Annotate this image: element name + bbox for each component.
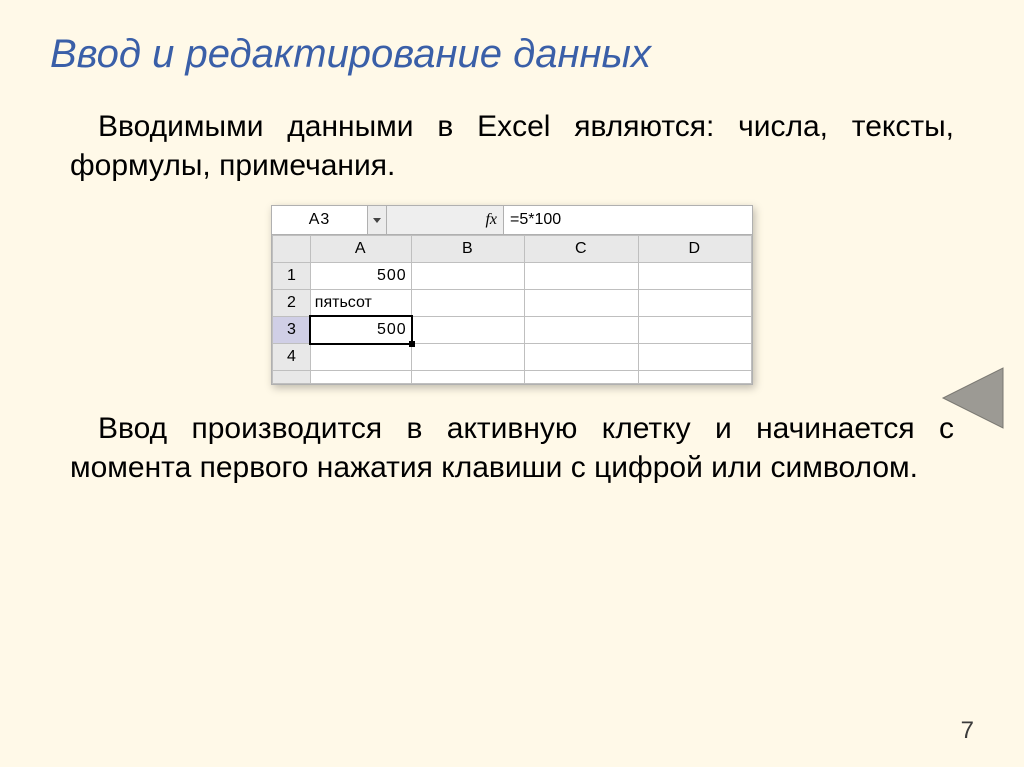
formula-input[interactable]: =5*100 [504, 206, 752, 234]
cell-D3[interactable] [638, 317, 751, 344]
row-5-partial [273, 371, 752, 384]
row-2: 2 пятьсот [273, 290, 752, 317]
chevron-down-icon [373, 218, 381, 223]
cell-B3[interactable] [411, 317, 524, 344]
cell-C1[interactable] [525, 263, 638, 290]
back-button[interactable] [928, 360, 1018, 436]
cell-C5[interactable] [525, 371, 638, 384]
row-header-5[interactable] [273, 371, 311, 384]
fx-label[interactable]: fx [387, 206, 504, 234]
cell-A4[interactable] [310, 344, 411, 371]
cell-B4[interactable] [411, 344, 524, 371]
row-header-3[interactable]: 3 [273, 317, 311, 344]
cell-A1[interactable]: 500 [310, 263, 411, 290]
cell-A3[interactable]: 500 [310, 317, 411, 344]
row-4: 4 [273, 344, 752, 371]
active-cell[interactable]: 500 [309, 315, 413, 345]
slide: Ввод и редактирование данных Вводимыми д… [0, 0, 1024, 767]
row-1: 1 500 [273, 263, 752, 290]
formula-bar: A3 fx =5*100 [272, 206, 752, 235]
cell-C3[interactable] [525, 317, 638, 344]
col-header-A[interactable]: A [310, 236, 411, 263]
select-all-corner[interactable] [273, 236, 311, 263]
fill-handle[interactable] [409, 341, 415, 347]
column-header-row: A B C D [273, 236, 752, 263]
slide-title: Ввод и редактирование данных [50, 32, 974, 77]
cell-C4[interactable] [525, 344, 638, 371]
cell-B2[interactable] [411, 290, 524, 317]
cell-D5[interactable] [638, 371, 751, 384]
row-3: 3 500 [273, 317, 752, 344]
triangle-left-icon [933, 363, 1013, 433]
name-box[interactable]: A3 [272, 206, 368, 234]
page-number: 7 [961, 717, 974, 745]
name-box-dropdown[interactable] [368, 206, 387, 234]
cell-B5[interactable] [411, 371, 524, 384]
cell-B1[interactable] [411, 263, 524, 290]
cell-D4[interactable] [638, 344, 751, 371]
row-header-4[interactable]: 4 [273, 344, 311, 371]
excel-screenshot: A3 fx =5*100 A B C D 1 500 [271, 205, 753, 385]
cell-A5[interactable] [310, 371, 411, 384]
col-header-C[interactable]: C [525, 236, 638, 263]
row-header-2[interactable]: 2 [273, 290, 311, 317]
col-header-D[interactable]: D [638, 236, 751, 263]
cell-D2[interactable] [638, 290, 751, 317]
row-header-1[interactable]: 1 [273, 263, 311, 290]
cell-C2[interactable] [525, 290, 638, 317]
col-header-B[interactable]: B [411, 236, 524, 263]
paragraph-2: Ввод производится в активную клетку и на… [70, 409, 954, 487]
cell-D1[interactable] [638, 263, 751, 290]
paragraph-1: Вводимыми данными в Excel являются: числ… [70, 107, 954, 185]
spreadsheet-grid: A B C D 1 500 2 пятьсот 3 [272, 235, 752, 384]
cell-A2[interactable]: пятьсот [310, 290, 411, 317]
